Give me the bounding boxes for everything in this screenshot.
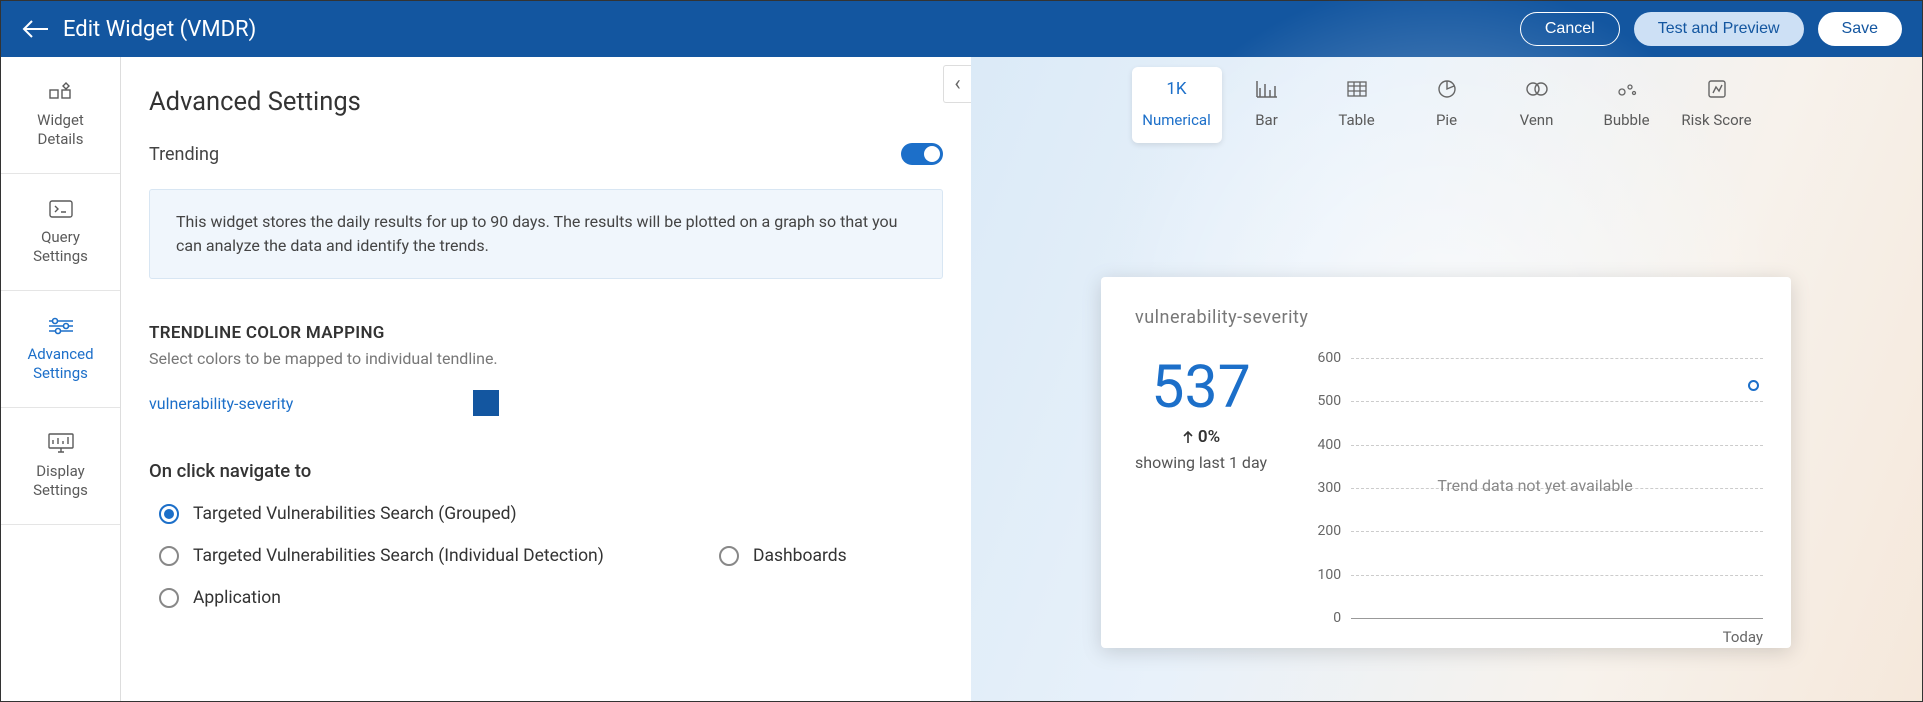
preview-panel: 1K Numerical Bar Table <box>971 57 1922 701</box>
chart-type-label: Table <box>1338 111 1374 129</box>
sidebar-item-display-settings[interactable]: Display Settings <box>1 408 120 525</box>
grid-line <box>1351 358 1763 359</box>
metric-subtitle: showing last 1 day <box>1135 453 1267 472</box>
card-title: vulnerability-severity <box>1135 307 1763 328</box>
chart-type-pie[interactable]: Pie <box>1402 67 1492 143</box>
radio-label: Targeted Vulnerabilities Search (Grouped… <box>193 504 517 524</box>
sidebar-item-label: Widget Details <box>37 111 84 150</box>
y-tick: 500 <box>1307 393 1341 409</box>
metric-value: 537 <box>1135 358 1267 417</box>
change-value: 0% <box>1198 427 1220 447</box>
table-icon <box>1347 77 1367 101</box>
radio-icon <box>719 546 739 566</box>
radio-grouped[interactable]: Targeted Vulnerabilities Search (Grouped… <box>159 504 679 524</box>
sidebar-item-label: Query Settings <box>33 228 88 267</box>
settings-panel: ‹ Advanced Settings Trending This widget… <box>121 57 971 701</box>
chart-type-label: Bubble <box>1603 111 1649 129</box>
chart-type-label: Venn <box>1520 111 1554 129</box>
data-point <box>1748 380 1759 391</box>
radio-label: Targeted Vulnerabilities Search (Individ… <box>193 546 604 566</box>
chart-type-bubble[interactable]: Bubble <box>1582 67 1672 143</box>
collapse-panel-icon[interactable]: ‹ <box>943 65 971 103</box>
metric-block: 537 0% showing last 1 day <box>1135 358 1267 618</box>
sidebar-item-query-settings[interactable]: Query Settings <box>1 174 120 291</box>
baseline <box>1351 618 1763 619</box>
radio-icon <box>159 588 179 608</box>
metric-change: 0% <box>1135 427 1267 447</box>
risk-score-icon <box>1708 77 1726 101</box>
chart-type-riskscore[interactable]: Risk Score <box>1672 67 1762 143</box>
sidebar-item-label: Display Settings <box>33 462 88 501</box>
color-mapping-title: TRENDLINE COLOR MAPPING <box>149 323 943 343</box>
chart-type-venn[interactable]: Venn <box>1492 67 1582 143</box>
trending-label: Trending <box>149 144 219 165</box>
trend-chart: 600 500 400 300 200 100 0 <box>1307 358 1763 618</box>
nav-radio-group: Targeted Vulnerabilities Search (Grouped… <box>149 504 943 608</box>
y-tick: 300 <box>1307 480 1341 496</box>
radio-individual[interactable]: Targeted Vulnerabilities Search (Individ… <box>159 546 679 566</box>
chart-type-label: Pie <box>1436 111 1457 129</box>
grid-line <box>1351 575 1763 576</box>
bubble-icon <box>1616 77 1638 101</box>
query-settings-icon <box>48 198 74 220</box>
preview-card: vulnerability-severity 537 0% showing la… <box>1101 277 1791 648</box>
test-preview-button[interactable]: Test and Preview <box>1634 12 1804 46</box>
radio-application[interactable]: Application <box>159 588 679 608</box>
chart-type-label: Risk Score <box>1681 111 1751 129</box>
sidebar-item-label: Advanced Settings <box>27 345 93 384</box>
advanced-settings-icon <box>48 315 74 337</box>
sidebar: Widget Details Query Settings Advanced <box>1 57 121 701</box>
pie-icon <box>1437 77 1457 101</box>
radio-icon <box>159 504 179 524</box>
widget-details-icon <box>48 81 74 103</box>
radio-label: Application <box>193 588 281 608</box>
sidebar-item-advanced-settings[interactable]: Advanced Settings <box>1 291 120 408</box>
chart-type-bar[interactable]: Bar <box>1222 67 1312 143</box>
bar-icon <box>1256 77 1278 101</box>
grid-line <box>1351 531 1763 532</box>
color-swatch[interactable] <box>473 390 499 416</box>
numerical-icon: 1K <box>1166 77 1186 101</box>
radio-label: Dashboards <box>753 546 847 566</box>
chart-type-label: Bar <box>1255 111 1278 129</box>
y-tick: 600 <box>1307 350 1341 366</box>
y-tick: 200 <box>1307 523 1341 539</box>
section-title: Advanced Settings <box>149 87 943 117</box>
grid-line <box>1351 445 1763 446</box>
trending-info-box: This widget stores the daily results for… <box>149 189 943 279</box>
display-settings-icon <box>48 432 74 454</box>
back-arrow-icon[interactable] <box>21 15 49 43</box>
mapping-label: vulnerability-severity <box>149 394 293 413</box>
chart-type-table[interactable]: Table <box>1312 67 1402 143</box>
x-tick: Today <box>1723 628 1763 646</box>
y-tick: 0 <box>1307 610 1341 626</box>
save-button[interactable]: Save <box>1818 12 1902 46</box>
chart-type-tabs: 1K Numerical Bar Table <box>971 67 1922 143</box>
radio-dashboards[interactable]: Dashboards <box>719 546 943 566</box>
chart-type-label: Numerical <box>1142 111 1210 129</box>
y-tick: 100 <box>1307 567 1341 583</box>
venn-icon <box>1525 77 1549 101</box>
grid-line <box>1351 401 1763 402</box>
trending-toggle[interactable] <box>901 143 943 165</box>
chart-type-numerical[interactable]: 1K Numerical <box>1132 67 1222 143</box>
nav-section-title: On click navigate to <box>149 460 943 482</box>
color-mapping-desc: Select colors to be mapped to individual… <box>149 349 943 368</box>
arrow-up-icon <box>1182 430 1194 444</box>
y-tick: 400 <box>1307 437 1341 453</box>
sidebar-item-widget-details[interactable]: Widget Details <box>1 57 120 174</box>
radio-icon <box>159 546 179 566</box>
trend-message: Trend data not yet available <box>1437 476 1632 495</box>
